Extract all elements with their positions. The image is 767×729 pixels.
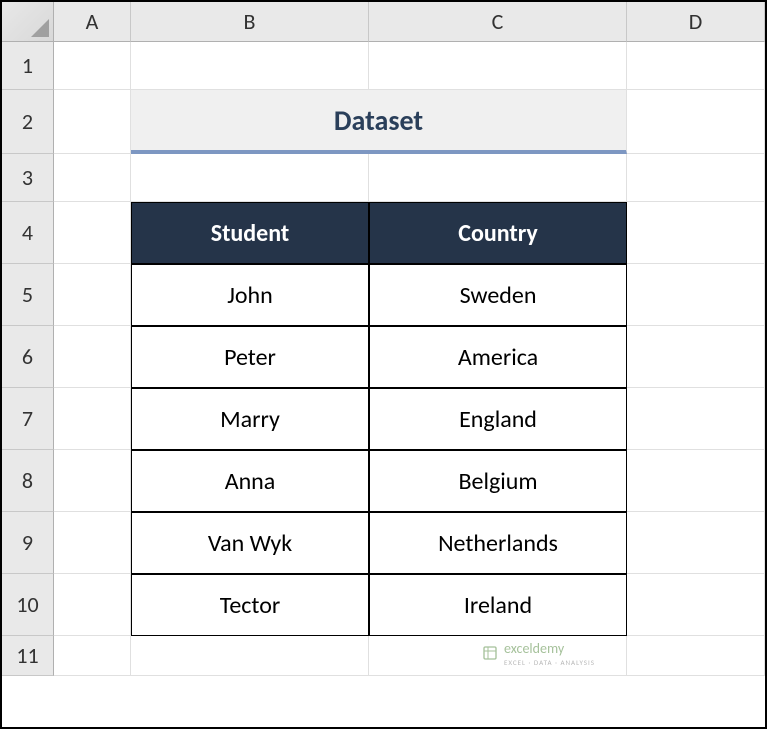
cell-a7[interactable] bbox=[54, 388, 131, 450]
cell-a5[interactable] bbox=[54, 264, 131, 326]
row-header-10[interactable]: 10 bbox=[2, 574, 54, 636]
cell-d7[interactable] bbox=[627, 388, 765, 450]
table-row[interactable]: Peter bbox=[131, 326, 369, 388]
cell-d1[interactable] bbox=[627, 42, 765, 90]
cell-a3[interactable] bbox=[54, 154, 131, 202]
cell-d6[interactable] bbox=[627, 326, 765, 388]
table-row[interactable]: John bbox=[131, 264, 369, 326]
row-header-5[interactable]: 5 bbox=[2, 264, 54, 326]
cell-d4[interactable] bbox=[627, 202, 765, 264]
cell-c1[interactable] bbox=[369, 42, 627, 90]
table-row[interactable]: Belgium bbox=[369, 450, 627, 512]
cell-d3[interactable] bbox=[627, 154, 765, 202]
table-row[interactable]: Ireland bbox=[369, 574, 627, 636]
watermark: exceldemy EXCEL · DATA · ANALYSIS bbox=[482, 639, 595, 667]
cell-d5[interactable] bbox=[627, 264, 765, 326]
table-header-country[interactable]: Country bbox=[369, 202, 627, 264]
cell-a9[interactable] bbox=[54, 512, 131, 574]
watermark-brand: exceldemy bbox=[504, 640, 564, 657]
cell-d11[interactable] bbox=[627, 636, 765, 676]
cell-d9[interactable] bbox=[627, 512, 765, 574]
cell-b3[interactable] bbox=[131, 154, 369, 202]
dataset-title[interactable]: Dataset bbox=[131, 90, 627, 154]
table-row[interactable]: England bbox=[369, 388, 627, 450]
watermark-tagline: EXCEL · DATA · ANALYSIS bbox=[504, 658, 595, 667]
col-header-b[interactable]: B bbox=[131, 2, 369, 42]
row-header-1[interactable]: 1 bbox=[2, 42, 54, 90]
row-header-3[interactable]: 3 bbox=[2, 154, 54, 202]
row-header-8[interactable]: 8 bbox=[2, 450, 54, 512]
cell-d2[interactable] bbox=[627, 90, 765, 154]
cell-a8[interactable] bbox=[54, 450, 131, 512]
cell-d10[interactable] bbox=[627, 574, 765, 636]
cell-c3[interactable] bbox=[369, 154, 627, 202]
cell-a4[interactable] bbox=[54, 202, 131, 264]
col-header-d[interactable]: D bbox=[627, 2, 765, 42]
col-header-a[interactable]: A bbox=[54, 2, 131, 42]
cell-a1[interactable] bbox=[54, 42, 131, 90]
row-header-7[interactable]: 7 bbox=[2, 388, 54, 450]
table-row[interactable]: Netherlands bbox=[369, 512, 627, 574]
row-header-6[interactable]: 6 bbox=[2, 326, 54, 388]
cell-b11[interactable] bbox=[131, 636, 369, 676]
row-header-11[interactable]: 11 bbox=[2, 636, 54, 676]
table-header-student[interactable]: Student bbox=[131, 202, 369, 264]
table-row[interactable]: Anna bbox=[131, 450, 369, 512]
table-row[interactable]: Tector bbox=[131, 574, 369, 636]
table-row[interactable]: Van Wyk bbox=[131, 512, 369, 574]
cell-b1[interactable] bbox=[131, 42, 369, 90]
row-header-9[interactable]: 9 bbox=[2, 512, 54, 574]
table-row[interactable]: Marry bbox=[131, 388, 369, 450]
table-row[interactable]: America bbox=[369, 326, 627, 388]
select-all-corner[interactable] bbox=[2, 2, 54, 42]
spreadsheet-grid: A B C D 1 2 Dataset 3 4 Student Country … bbox=[2, 2, 765, 727]
cell-d8[interactable] bbox=[627, 450, 765, 512]
cell-a6[interactable] bbox=[54, 326, 131, 388]
cell-a2[interactable] bbox=[54, 90, 131, 154]
spreadsheet-icon bbox=[482, 645, 498, 661]
row-header-2[interactable]: 2 bbox=[2, 90, 54, 154]
table-row[interactable]: Sweden bbox=[369, 264, 627, 326]
row-header-4[interactable]: 4 bbox=[2, 202, 54, 264]
cell-a10[interactable] bbox=[54, 574, 131, 636]
col-header-c[interactable]: C bbox=[369, 2, 627, 42]
cell-a11[interactable] bbox=[54, 636, 131, 676]
